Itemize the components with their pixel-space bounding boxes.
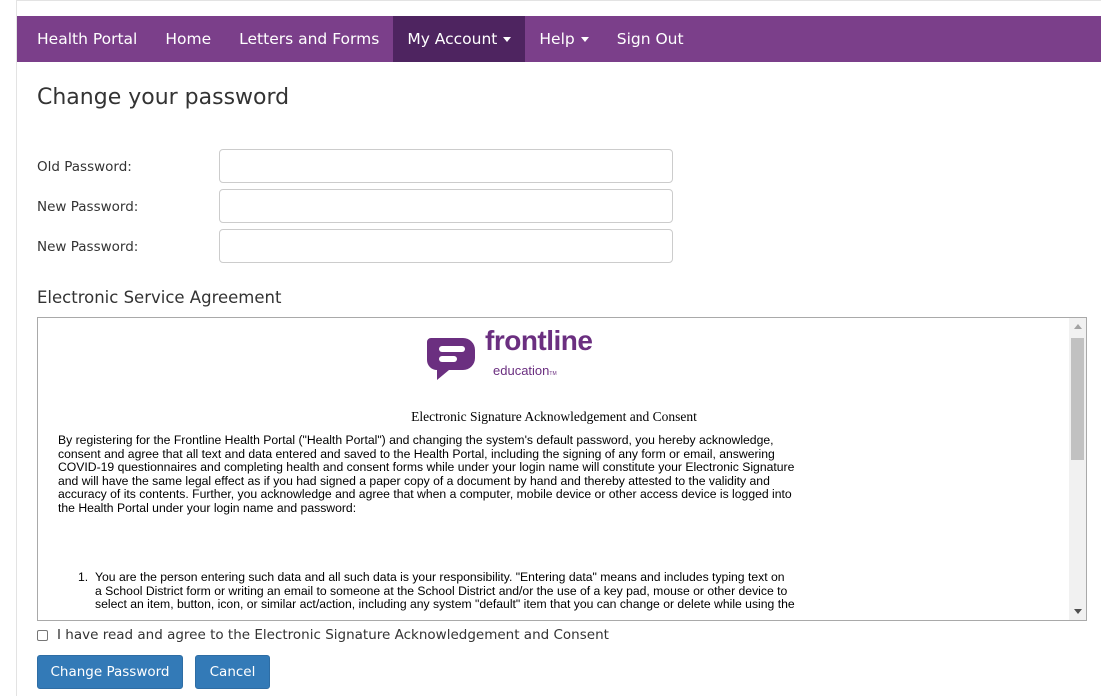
change-password-button[interactable]: Change Password — [37, 655, 183, 689]
caret-down-icon — [503, 36, 512, 42]
scroll-up-arrow-icon[interactable] — [1069, 318, 1086, 335]
confirm-password-row: New Password: — [37, 229, 677, 263]
agreement-list-item: 1. You are the person entering such data… — [78, 570, 988, 612]
list-item-number: 1. — [78, 570, 89, 584]
agreement-section-title: Electronic Service Agreement — [37, 288, 282, 307]
nav-help-label: Help — [539, 30, 575, 48]
agreement-scroll-box[interactable]: frontline educationTM Electronic Signatu… — [37, 317, 1087, 621]
cancel-button[interactable]: Cancel — [195, 655, 270, 689]
agreement-list-line: select an item, button, icon, or similar… — [95, 597, 795, 612]
logo-word: frontline — [485, 325, 593, 356]
old-password-input[interactable] — [219, 149, 673, 183]
confirm-password-label: New Password: — [37, 239, 139, 255]
old-password-label: Old Password: — [37, 159, 132, 175]
logo-subword-text: education — [493, 363, 550, 378]
agreement-paragraph-line: and will have the same legal effect as i… — [58, 473, 770, 488]
scroll-thumb[interactable] — [1071, 338, 1084, 460]
new-password-label: New Password: — [37, 199, 139, 215]
frontline-logo-icon — [427, 338, 475, 380]
agreement-content: frontline educationTM Electronic Signatu… — [38, 318, 1069, 620]
caret-down-icon — [580, 36, 589, 42]
confirm-password-input[interactable] — [219, 229, 673, 263]
agreement-paragraph-line: the Health Portal under your login name … — [58, 500, 357, 515]
nav-my-account[interactable]: My Account — [393, 16, 526, 62]
agreement-paragraph-line: COVID-19 questionnaires and completing h… — [58, 460, 795, 475]
frontline-logo: frontline educationTM — [423, 325, 623, 388]
agreement-list-line: You are the person entering such data an… — [95, 570, 785, 584]
page: Health Portal Home Letters and Forms My … — [16, 0, 1101, 696]
nav-letters-and-forms[interactable]: Letters and Forms — [225, 16, 393, 62]
old-password-row: Old Password: — [37, 149, 677, 183]
nav-my-account-label: My Account — [407, 30, 498, 48]
logo-subword: educationTM — [493, 364, 557, 382]
new-password-row: New Password: — [37, 189, 677, 223]
consent-checkbox[interactable] — [37, 629, 48, 641]
agreement-paragraph-line: consent and agree that all text and data… — [58, 446, 775, 461]
page-title: Change your password — [37, 85, 290, 110]
agreement-paragraph: By registering for the Frontline Health … — [58, 433, 988, 516]
nav-help[interactable]: Help — [525, 16, 602, 62]
consent-row: I have read and agree to the Electronic … — [37, 627, 609, 643]
agreement-list-line: a School District form or writing an ema… — [95, 583, 788, 598]
agreement-heading: Electronic Signature Acknowledgement and… — [411, 409, 697, 424]
agreement-paragraph-line: accuracy of its contents. Further, you a… — [58, 487, 792, 502]
logo-trademark: TM — [549, 371, 557, 377]
agreement-list: 1. You are the person entering such data… — [78, 570, 988, 612]
scroll-down-arrow-icon[interactable] — [1069, 603, 1086, 620]
consent-label[interactable]: I have read and agree to the Electronic … — [57, 627, 609, 643]
new-password-input[interactable] — [219, 189, 673, 223]
agreement-scrollbar[interactable] — [1069, 318, 1086, 620]
nav-home[interactable]: Home — [151, 16, 225, 62]
top-navbar: Health Portal Home Letters and Forms My … — [17, 16, 1101, 62]
nav-brand[interactable]: Health Portal — [17, 16, 151, 62]
nav-sign-out[interactable]: Sign Out — [603, 16, 698, 62]
agreement-paragraph-line: By registering for the Frontline Health … — [58, 433, 774, 447]
